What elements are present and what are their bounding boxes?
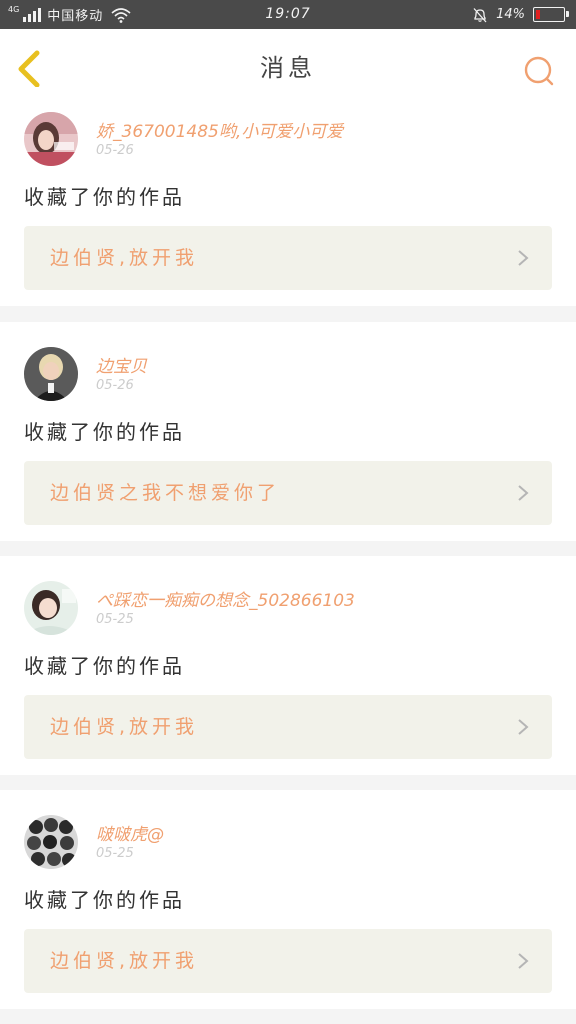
status-bar: 4G 中国移动 19:07 14% xyxy=(0,0,576,29)
avatar[interactable] xyxy=(24,581,78,635)
chevron-right-icon xyxy=(518,485,529,501)
username[interactable]: ぺ踩恋一痴痴の想念_502866103 xyxy=(96,586,355,611)
chevron-right-icon xyxy=(518,953,529,969)
message-date: 05-25 xyxy=(96,846,134,861)
avatar[interactable] xyxy=(24,815,78,869)
message-item: ぺ踩恋一痴痴の想念_502866103 05-25 收藏了你的作品 边伯贤,放开… xyxy=(0,556,576,775)
bell-muted-icon xyxy=(473,7,487,22)
battery-level xyxy=(536,10,540,19)
avatar[interactable] xyxy=(24,112,78,166)
message-date: 05-25 xyxy=(96,612,134,627)
avatar[interactable] xyxy=(24,347,78,401)
work-link[interactable]: 边伯贤,放开我 xyxy=(24,929,552,993)
message-item: 娇_367001485哟,小可爱小可爱 05-26 收藏了你的作品 边伯贤,放开… xyxy=(0,87,576,306)
work-title: 边伯贤,放开我 xyxy=(50,950,199,972)
work-link[interactable]: 边伯贤,放开我 xyxy=(24,695,552,759)
chevron-right-icon xyxy=(518,250,529,266)
work-link[interactable]: 边伯贤之我不想爱你了 xyxy=(24,461,552,525)
action-text: 收藏了你的作品 xyxy=(24,185,185,209)
battery-percent: 14% xyxy=(496,7,525,22)
search-icon[interactable] xyxy=(522,54,556,88)
action-text: 收藏了你的作品 xyxy=(24,420,185,444)
status-right: 14% xyxy=(472,0,569,29)
message-item: 啵啵虎@ 05-25 收藏了你的作品 边伯贤,放开我 xyxy=(0,790,576,1009)
action-text: 收藏了你的作品 xyxy=(24,654,185,678)
message-date: 05-26 xyxy=(96,378,134,393)
username[interactable]: 边宝贝 xyxy=(96,352,147,377)
message-item: 边宝贝 05-26 收藏了你的作品 边伯贤之我不想爱你了 xyxy=(0,322,576,541)
work-title: 边伯贤之我不想爱你了 xyxy=(50,482,281,504)
battery-icon xyxy=(533,7,569,22)
username[interactable]: 娇_367001485哟,小可爱小可爱 xyxy=(96,117,343,142)
work-title: 边伯贤,放开我 xyxy=(50,247,199,269)
username[interactable]: 啵啵虎@ xyxy=(96,820,164,845)
work-title: 边伯贤,放开我 xyxy=(50,716,199,738)
action-text: 收藏了你的作品 xyxy=(24,888,185,912)
chevron-right-icon xyxy=(518,719,529,735)
work-link[interactable]: 边伯贤,放开我 xyxy=(24,226,552,290)
message-date: 05-26 xyxy=(96,143,134,158)
